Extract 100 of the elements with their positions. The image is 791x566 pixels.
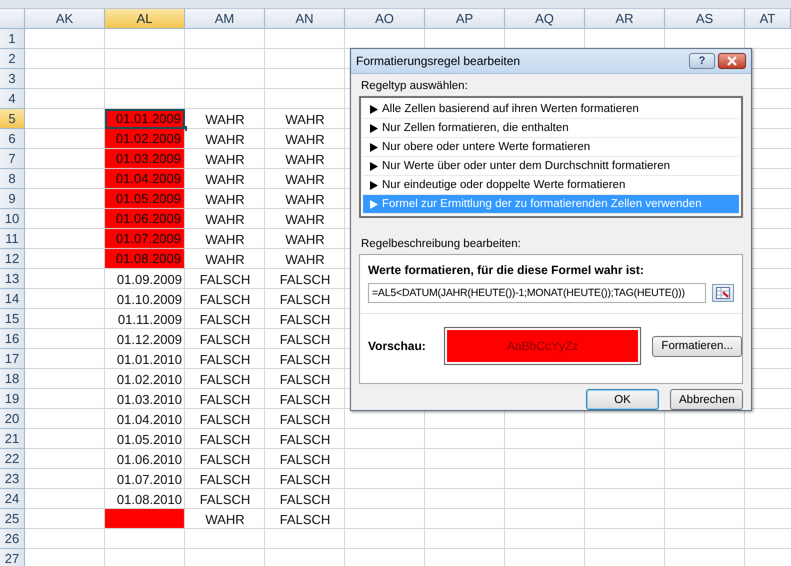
row-header[interactable]: 27 xyxy=(0,549,25,566)
table-cell-text: WAHR xyxy=(284,150,326,168)
column-header[interactable]: AP xyxy=(425,9,505,29)
formula-heading: Werte formatieren, für die diese Formel wahr ist: xyxy=(367,262,645,277)
rule-type-item[interactable]: Nur Werte über oder unter dem Durchschnitt formatieren xyxy=(363,157,739,176)
row-header[interactable]: 22 xyxy=(0,449,25,469)
column-header[interactable]: AQ xyxy=(505,9,585,29)
row-header[interactable]: 13 xyxy=(0,269,25,289)
formula-field[interactable]: =AL5<DATUM(JAHR(HEUTE())-1;MONAT(HEUTE());TAG(HEUTE())) xyxy=(368,283,706,303)
format-button[interactable]: Formatieren... xyxy=(652,336,742,356)
table-cell-text: FALSCH xyxy=(198,490,252,508)
rule-type-label: Regeltyp auswählen: xyxy=(361,80,469,92)
table-cell-text: FALSCH xyxy=(278,330,332,348)
table-cell-text: WAHR xyxy=(204,510,246,528)
table-cell-text: FALSCH xyxy=(198,370,252,388)
table-cell-text: WAHR xyxy=(204,250,246,268)
table-cell-text: FALSCH xyxy=(278,390,332,408)
table-cell-text: FALSCH xyxy=(198,350,252,368)
table-cell-text: FALSCH xyxy=(278,450,332,468)
row-header[interactable]: 18 xyxy=(0,369,25,389)
row-header[interactable]: 14 xyxy=(0,289,25,309)
column-header[interactable]: AT xyxy=(745,9,791,29)
table-cell-text: WAHR xyxy=(204,150,246,168)
table-cell-text: FALSCH xyxy=(198,290,252,308)
table-cell-text: 01.11.2009 xyxy=(116,310,183,328)
table-cell-text: 01.05.2010 xyxy=(116,430,183,448)
table-cell-text: 01.03.2010 xyxy=(116,390,183,408)
row-header[interactable]: 6 xyxy=(0,129,25,149)
row-header[interactable]: 21 xyxy=(0,429,25,449)
row-header[interactable]: 11 xyxy=(0,229,25,249)
column-header[interactable]: AO xyxy=(345,9,425,29)
table-cell-text: FALSCH xyxy=(278,310,332,328)
row-header[interactable]: 26 xyxy=(0,529,25,549)
range-picker-button[interactable] xyxy=(712,284,734,302)
rule-type-item[interactable]: Nur obere oder untere Werte formatieren xyxy=(363,138,739,157)
table-cell-text: FALSCH xyxy=(198,330,252,348)
table-cell-text: 01.08.2010 xyxy=(116,490,183,508)
table-cell-text: 01.10.2009 xyxy=(116,290,183,308)
table-cell-text: FALSCH xyxy=(198,430,252,448)
close-icon xyxy=(726,56,738,66)
table-cell-text: FALSCH xyxy=(198,410,252,428)
row-header[interactable]: 10 xyxy=(0,209,25,229)
row-header[interactable]: 17 xyxy=(0,349,25,369)
close-button[interactable] xyxy=(718,53,746,69)
column-header[interactable]: AL xyxy=(105,9,185,29)
row-header[interactable]: 9 xyxy=(0,189,25,209)
rule-type-item[interactable]: Alle Zellen basierend auf ihren Werten formatieren xyxy=(363,100,739,119)
help-button[interactable]: ? xyxy=(689,53,715,69)
table-cell-text: FALSCH xyxy=(278,370,332,388)
table-cell: 01.01.2009 xyxy=(105,109,185,129)
row-header[interactable]: 19 xyxy=(0,389,25,409)
table-cell: 01.04.2009 xyxy=(105,169,185,189)
table-cell-text: FALSCH xyxy=(278,430,332,448)
table-cell-text: 01.06.2010 xyxy=(116,450,183,468)
table-cell: 01.08.2009 xyxy=(105,249,185,269)
row-header[interactable]: 4 xyxy=(0,89,25,109)
row-header[interactable]: 20 xyxy=(0,409,25,429)
column-header[interactable]: AM xyxy=(185,9,265,29)
row-header[interactable]: 3 xyxy=(0,69,25,89)
row-header[interactable]: 15 xyxy=(0,309,25,329)
range-picker-icon xyxy=(716,287,730,299)
table-cell-text: WAHR xyxy=(284,230,326,248)
table-cell-text: WAHR xyxy=(204,110,246,128)
row-header[interactable]: 2 xyxy=(0,49,25,69)
rule-type-item[interactable]: Nur Zellen formatieren, die enthalten xyxy=(363,119,739,138)
table-cell-text: FALSCH xyxy=(278,470,332,488)
column-header[interactable]: AR xyxy=(585,9,665,29)
table-cell-text: WAHR xyxy=(284,190,326,208)
format-preview: AaBbCcYyZz xyxy=(444,328,640,364)
row-header[interactable]: 12 xyxy=(0,249,25,269)
row-header[interactable]: 7 xyxy=(0,149,25,169)
table-cell-text: 01.07.2010 xyxy=(116,470,183,488)
table-cell-text: 01.04.2010 xyxy=(116,410,183,428)
triangle-icon xyxy=(369,200,378,208)
row-header[interactable]: 24 xyxy=(0,489,25,509)
row-header[interactable]: 16 xyxy=(0,329,25,349)
table-cell-text: WAHR xyxy=(204,210,246,228)
table-cell-text: 01.01.2010 xyxy=(116,350,183,368)
row-header[interactable]: 25 xyxy=(0,509,25,529)
table-cell-text: FALSCH xyxy=(278,270,332,288)
dialog-button[interactable]: Abbrechen xyxy=(670,389,743,410)
table-cell-text: FALSCH xyxy=(278,510,332,528)
dialog-button[interactable]: OK xyxy=(586,389,659,410)
table-cell-text: WAHR xyxy=(204,130,246,148)
preview-label: Vorschau: xyxy=(368,339,427,353)
table-cell-text: FALSCH xyxy=(278,490,332,508)
table-cell-text: FALSCH xyxy=(198,310,252,328)
table-cell-text: FALSCH xyxy=(278,350,332,368)
row-header[interactable]: 5 xyxy=(0,109,25,129)
table-cell: 01.05.2009 xyxy=(105,189,185,209)
column-header[interactable]: AK xyxy=(25,9,105,29)
table-cell-text: WAHR xyxy=(284,210,326,228)
column-header[interactable]: AS xyxy=(665,9,745,29)
column-header[interactable]: AN xyxy=(265,9,345,29)
table-cell-text: 01.09.2009 xyxy=(116,270,183,288)
table-cell-text: WAHR xyxy=(284,250,326,268)
row-header[interactable]: 1 xyxy=(0,29,25,49)
row-header[interactable]: 23 xyxy=(0,469,25,489)
row-header[interactable]: 8 xyxy=(0,169,25,189)
table-cell-text: FALSCH xyxy=(198,270,252,288)
